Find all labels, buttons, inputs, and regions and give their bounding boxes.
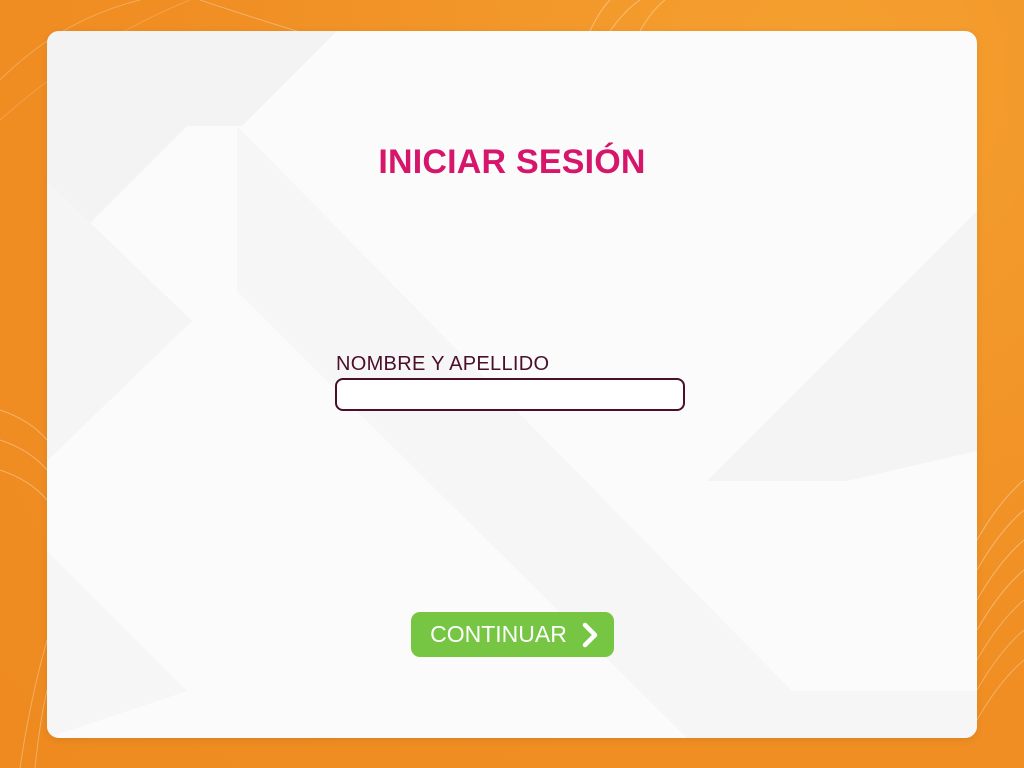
name-input[interactable] <box>335 378 685 411</box>
page-title-text: INICIAR SESIÓN <box>378 143 646 181</box>
name-field-label: NOMBRE Y APELLIDO <box>336 353 550 375</box>
page-title: INICIAR SESIÓN <box>47 143 977 182</box>
login-card: INICIAR SESIÓN NOMBRE Y APELLIDO CONTINU… <box>47 31 977 738</box>
continue-button[interactable]: CONTINUAR <box>411 612 614 657</box>
continue-button-label: CONTINUAR <box>430 621 567 647</box>
chevron-right-icon <box>579 622 601 648</box>
